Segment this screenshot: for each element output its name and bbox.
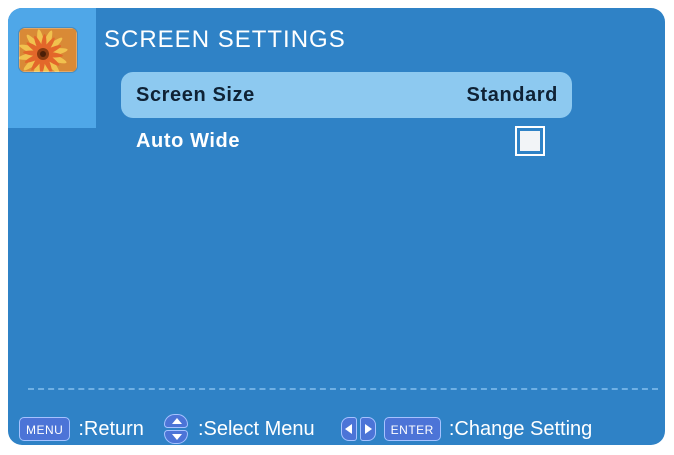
screen-size-label: Screen Size: [136, 83, 255, 106]
auto-wide-checkbox[interactable]: [515, 126, 545, 156]
right-arrow-icon: [359, 417, 376, 441]
left-right-arrows-icon: [340, 417, 376, 441]
footer-divider: [28, 388, 658, 390]
checkbox-fill: [520, 131, 540, 151]
menu-title: SCREEN SETTINGS: [104, 26, 346, 53]
up-arrow-icon: [163, 414, 188, 428]
select-menu-hint: :Select Menu: [197, 417, 315, 440]
auto-wide-label: Auto Wide: [136, 129, 241, 152]
menu-item-auto-wide[interactable]: Auto Wide: [121, 118, 572, 164]
menu-key-icon: MENU: [19, 417, 71, 441]
screen-size-value[interactable]: Standard: [467, 84, 558, 107]
footer-help-bar: MENU :Return :Select Menu ENTER :Change …: [8, 412, 665, 445]
enter-key-icon: ENTER: [383, 417, 441, 441]
down-arrow-icon: [163, 430, 188, 444]
up-down-arrows-icon: [162, 414, 190, 444]
left-arrow-icon: [340, 417, 357, 441]
flower-settings-icon: [19, 28, 77, 72]
return-hint: :Return: [78, 417, 144, 440]
change-setting-hint: :Change Setting: [448, 417, 593, 440]
menu-item-screen-size[interactable]: Screen Size Standard: [121, 72, 572, 118]
screen-settings-icon-tile: [8, 8, 96, 128]
osd-screen: SCREEN SETTINGS Screen Size Standard Aut…: [8, 8, 665, 445]
